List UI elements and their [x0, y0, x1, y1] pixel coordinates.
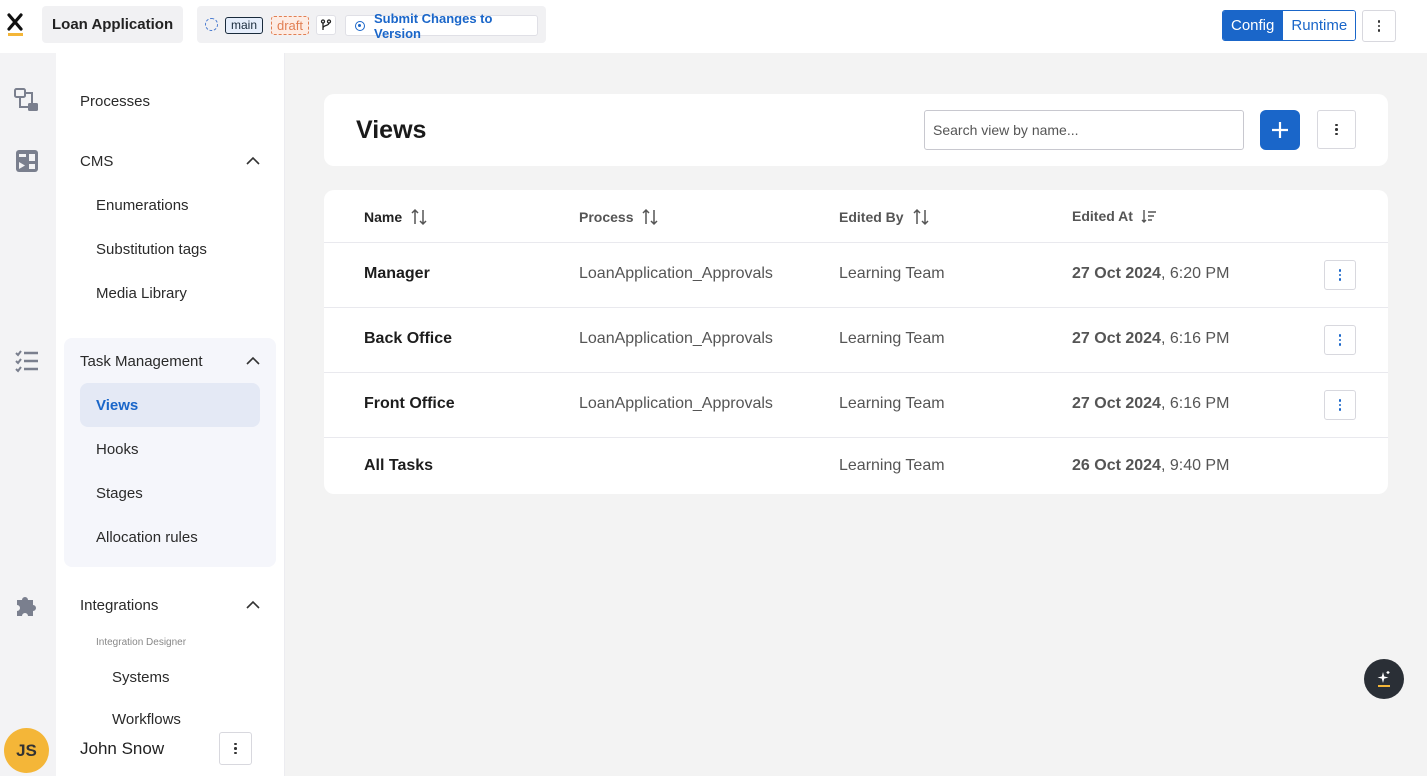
submit-label: Submit Changes to Version	[374, 10, 493, 41]
sidebar-section-cms[interactable]: CMS	[80, 153, 113, 170]
sidebar-subsection-label: Integration Designer	[96, 637, 187, 648]
row-more-button[interactable]	[1324, 390, 1356, 420]
top-bar: Loan Application main draft Submit Chang…	[0, 0, 1427, 53]
sidebar-item-hooks[interactable]: Hooks	[96, 441, 139, 458]
sidebar-item-stages[interactable]: Stages	[96, 485, 143, 502]
chevron-up-icon[interactable]	[245, 156, 261, 166]
sidebar-item-processes[interactable]: Processes	[80, 93, 150, 110]
status-badge: draft	[271, 16, 310, 35]
task-list-icon[interactable]	[14, 348, 40, 374]
column-header-name[interactable]: Name	[364, 208, 428, 226]
chevron-up-icon[interactable]	[245, 356, 261, 366]
cell-edited-at: 27 Oct 2024, 6:16 PM	[1072, 330, 1229, 348]
sort-icon	[411, 208, 427, 226]
views-more-button[interactable]	[1317, 110, 1356, 149]
sidebar-section-task-management[interactable]: Task Management	[80, 353, 203, 370]
cell-edited-at: 27 Oct 2024, 6:20 PM	[1072, 265, 1229, 283]
table-row[interactable]: Back Office LoanApplication_Approvals Le…	[324, 307, 1388, 372]
branch-icon[interactable]	[316, 15, 336, 35]
column-header-edited-by[interactable]: Edited By	[839, 208, 930, 226]
flowx-logo-icon[interactable]	[6, 12, 26, 38]
edited-time: , 6:16 PM	[1160, 395, 1230, 412]
cell-edited-at: 26 Oct 2024, 9:40 PM	[1072, 457, 1229, 475]
more-vertical-icon	[1377, 20, 1381, 32]
edited-date: 27 Oct 2024	[1072, 265, 1161, 282]
cell-edited-by: Learning Team	[839, 330, 945, 347]
submit-changes-button[interactable]: Submit Changes to Version	[345, 11, 538, 41]
mode-toggle: Config Runtime	[1222, 10, 1357, 41]
sidebar-item-enumerations[interactable]: Enumerations	[96, 197, 189, 214]
column-header-label: Process	[579, 209, 634, 225]
column-header-process[interactable]: Process	[579, 208, 659, 226]
edited-time: , 9:40 PM	[1160, 457, 1230, 474]
sidebar-item-substitution-tags[interactable]: Substitution tags	[96, 241, 207, 258]
column-header-label: Edited At	[1072, 208, 1133, 224]
cell-edited-at: 27 Oct 2024, 6:16 PM	[1072, 395, 1229, 413]
submit-icon	[355, 21, 365, 31]
more-vertical-icon	[1338, 399, 1342, 411]
branch-tag[interactable]: main	[225, 17, 264, 34]
sidebar-section-integrations[interactable]: Integrations	[80, 597, 158, 614]
cell-name: Front Office	[364, 395, 455, 412]
sparkle-icon	[1377, 671, 1390, 687]
sort-descending-icon	[1141, 210, 1156, 223]
more-vertical-icon	[234, 742, 237, 755]
cell-edited-by: Learning Team	[839, 457, 945, 474]
edited-time: , 6:20 PM	[1160, 265, 1230, 282]
config-mode-button[interactable]: Config	[1223, 11, 1283, 40]
row-more-button[interactable]	[1324, 260, 1356, 290]
cell-name: Back Office	[364, 330, 453, 347]
sidebar-item-systems[interactable]: Systems	[112, 669, 170, 686]
cell-name: All Tasks	[364, 457, 434, 474]
ai-assistant-button[interactable]	[1364, 659, 1404, 699]
cell-edited-by: Learning Team	[839, 395, 945, 412]
add-view-button[interactable]	[1260, 110, 1300, 150]
sidebar: Processes CMS Enumerations Substitution …	[56, 53, 285, 776]
column-header-edited-at[interactable]: Edited At	[1072, 208, 1157, 224]
edited-date: 27 Oct 2024	[1072, 395, 1161, 412]
search-input[interactable]	[924, 110, 1244, 150]
more-vertical-icon	[1335, 123, 1338, 136]
table-row[interactable]: All Tasks Learning Team 26 Oct 2024, 9:4…	[324, 437, 1388, 494]
cell-process: LoanApplication_Approvals	[579, 265, 773, 282]
column-header-label: Name	[364, 209, 403, 225]
cell-edited-by: Learning Team	[839, 265, 945, 282]
app-title[interactable]: Loan Application	[42, 6, 184, 43]
views-table: Name Process Edited By Edited At Manager…	[324, 190, 1388, 494]
row-more-button[interactable]	[1324, 325, 1356, 355]
cell-process: LoanApplication_Approvals	[579, 330, 773, 347]
table-row[interactable]: Front Office LoanApplication_Approvals L…	[324, 372, 1388, 437]
sort-icon	[642, 208, 659, 226]
icon-rail	[0, 53, 56, 776]
chevron-up-icon[interactable]	[245, 600, 261, 610]
avatar[interactable]: JS	[4, 728, 49, 773]
table-row[interactable]: Manager LoanApplication_Approvals Learni…	[324, 242, 1388, 307]
integrations-icon[interactable]	[14, 592, 40, 618]
cell-process: LoanApplication_Approvals	[579, 395, 773, 412]
sidebar-item-views[interactable]: Views	[96, 397, 138, 414]
page-title: Views	[356, 116, 427, 144]
plus-icon	[1272, 122, 1288, 138]
more-vertical-icon	[1338, 334, 1342, 346]
sidebar-item-allocation-rules[interactable]: Allocation rules	[96, 529, 198, 546]
version-bar: main draft Submit Changes to Version	[197, 6, 546, 43]
sidebar-item-media-library[interactable]: Media Library	[96, 285, 187, 302]
edited-date: 27 Oct 2024	[1072, 330, 1161, 347]
processes-icon[interactable]	[14, 87, 40, 113]
column-header-label: Edited By	[839, 209, 904, 225]
user-more-button[interactable]	[219, 732, 252, 765]
sync-status-icon	[205, 18, 218, 31]
more-vertical-icon	[1338, 269, 1342, 281]
cell-name: Manager	[364, 265, 430, 282]
runtime-mode-button[interactable]: Runtime	[1282, 11, 1356, 40]
header-more-button[interactable]	[1362, 10, 1396, 42]
user-name: John Snow	[80, 739, 165, 758]
sort-icon	[913, 208, 929, 226]
dashboard-icon[interactable]	[14, 148, 40, 174]
edited-date: 26 Oct 2024	[1072, 457, 1161, 474]
edited-time: , 6:16 PM	[1160, 330, 1230, 347]
views-header-card: Views	[324, 94, 1388, 166]
